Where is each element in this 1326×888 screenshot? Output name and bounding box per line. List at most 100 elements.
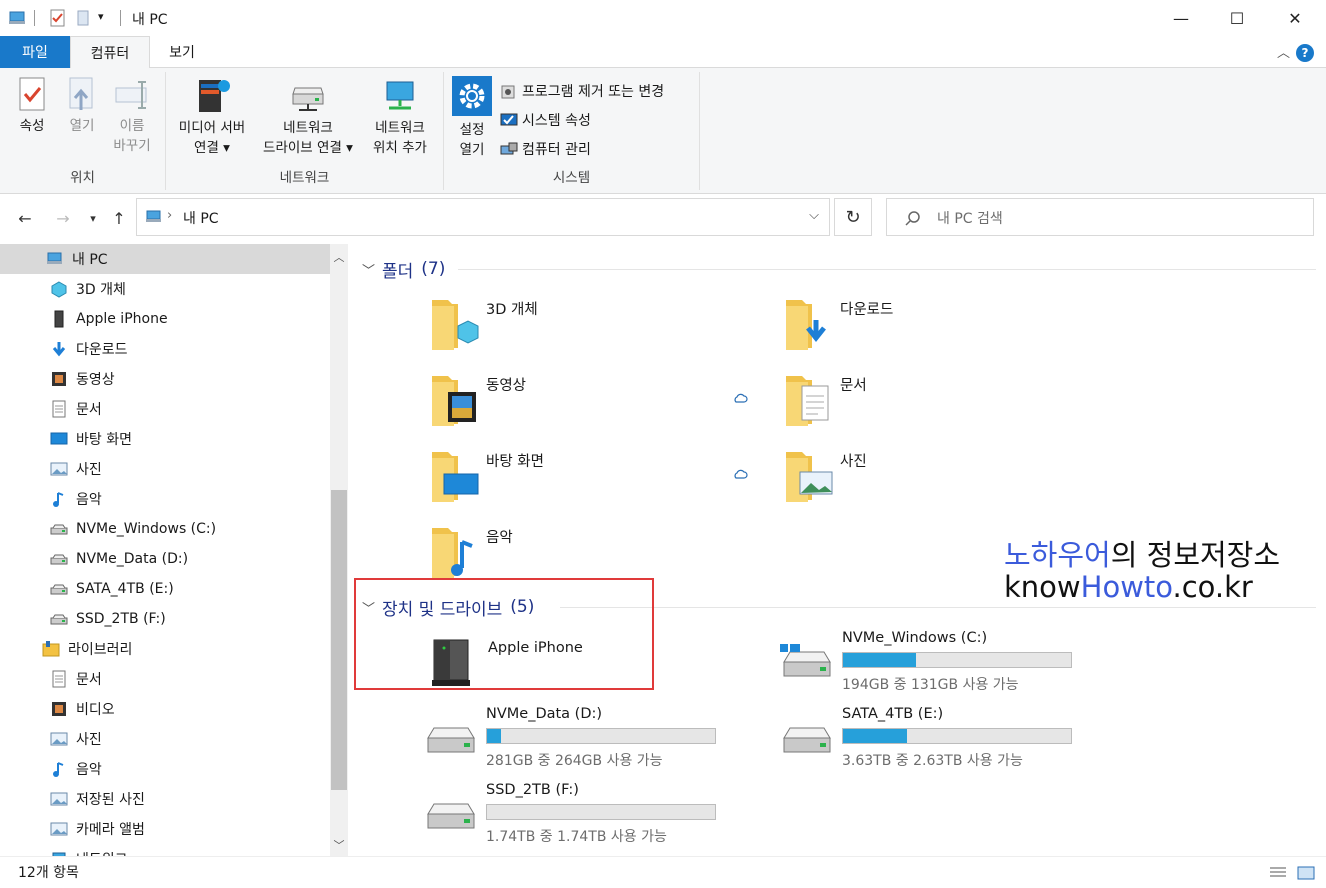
drive-usage-fill — [487, 729, 501, 743]
drive-icon — [783, 727, 831, 753]
folders-section-header[interactable]: ﹀ 폴더 (7) — [362, 257, 446, 282]
collapse-ribbon-icon[interactable]: ︿ — [1277, 42, 1290, 61]
breadcrumb-chevron-icon[interactable]: › — [167, 208, 172, 223]
drive-icon — [427, 727, 475, 753]
network-drive-icon — [292, 87, 324, 111]
nav-item[interactable]: 동영상 — [0, 364, 330, 394]
tab-computer[interactable]: 컴퓨터 — [70, 36, 150, 69]
nav-item-label: SATA_4TB (E:) — [76, 581, 174, 597]
ribbon-group-network: 미디어 서버 연결 ▾ 네트워크 드라이브 연결 ▾ 네트워크 위치 추가 네트… — [166, 72, 444, 190]
nav-item[interactable]: 바탕 화면 — [0, 424, 330, 454]
ribbon-group-label: 시스템 — [552, 170, 591, 186]
open-button[interactable]: 열기 — [58, 72, 106, 136]
windows-drive-icon — [780, 644, 831, 677]
nav-item[interactable]: 카메라 앨범 — [0, 814, 330, 844]
collapse-chevron-icon[interactable]: ﹀ — [362, 260, 382, 279]
folder-item[interactable]: 동영상 — [430, 372, 770, 442]
ribbon-group-system: 설정 열기 프로그램 제거 또는 변경 시스템 속성 컴퓨터 관리 시스템 — [444, 72, 700, 190]
uninstall-program-button[interactable]: 프로그램 제거 또는 변경 — [500, 78, 664, 104]
folder-name: 동영상 — [486, 378, 527, 394]
nav-item[interactable]: 내 PC — [0, 244, 330, 274]
computer-management-button[interactable]: 컴퓨터 관리 — [500, 136, 591, 162]
nav-item[interactable]: SATA_4TB (E:) — [0, 574, 330, 604]
media-server-label-1: 미디어 서버 — [178, 120, 246, 136]
nav-item[interactable]: SSD_2TB (F:) — [0, 604, 330, 634]
nav-item[interactable]: 문서 — [0, 394, 330, 424]
folder-item[interactable]: 다운로드 — [784, 296, 1124, 366]
folder-item[interactable]: 문서 — [784, 372, 1124, 442]
search-input[interactable]: 내 PC 검색 — [886, 198, 1314, 236]
nav-item[interactable]: 저장된 사진 — [0, 784, 330, 814]
nav-item[interactable]: 다운로드 — [0, 334, 330, 364]
nav-item-label: 문서 — [76, 672, 102, 688]
nav-item-label: 사진 — [76, 732, 102, 748]
pc-icon — [9, 11, 25, 24]
scroll-up-icon[interactable]: ︿ — [330, 248, 348, 266]
nav-item-label: 동영상 — [76, 372, 115, 388]
nav-item[interactable]: 음악 — [0, 484, 330, 514]
nav-item[interactable]: 문서 — [0, 664, 330, 694]
open-settings-button[interactable]: 설정 열기 — [450, 72, 494, 160]
nav-item[interactable]: 비디오 — [0, 694, 330, 724]
drive-item[interactable]: SSD_2TB (F:) 1.74TB 중 1.74TB 사용 가능 — [424, 782, 784, 856]
address-bar[interactable]: › 내 PC ⌵ — [136, 198, 830, 236]
desktop-folder-icon — [432, 452, 479, 502]
properties-icon[interactable] — [48, 8, 68, 28]
up-icon[interactable]: ↑ — [106, 204, 132, 232]
ribbon-tabs: 파일 컴퓨터 보기 — [0, 36, 1326, 69]
properties-button[interactable]: 속성 — [8, 72, 56, 136]
nav-item[interactable]: Apple iPhone — [0, 304, 330, 334]
media-server-icon — [199, 80, 230, 112]
nav-item[interactable]: 라이브러리 — [0, 634, 330, 664]
tab-view[interactable]: 보기 — [150, 36, 214, 68]
drive-icon — [427, 803, 475, 829]
new-folder-icon[interactable] — [74, 8, 94, 28]
picture-icon — [50, 732, 68, 746]
nav-item[interactable]: NVMe_Data (D:) — [0, 544, 330, 574]
system-properties-button[interactable]: 시스템 속성 — [500, 107, 591, 133]
navigation-pane: 내 PC 3D 개체 Apple iPhone 다운로드 동영상 문서 바탕 화면 사진 음악 N… — [0, 244, 330, 856]
nav-item[interactable]: 사진 — [0, 454, 330, 484]
item-count: 12개 항목 — [18, 865, 79, 881]
nav-scrollbar[interactable]: ︿ ﹀ — [330, 244, 348, 856]
nav-item[interactable]: 3D 개체 — [0, 274, 330, 304]
drive-free-space: 281GB 중 264GB 사용 가능 — [486, 753, 663, 769]
folder-item[interactable]: 3D 개체 — [430, 296, 770, 366]
add-network-location-button[interactable]: 네트워크 위치 추가 — [362, 72, 438, 158]
customize-quick-access-icon[interactable]: ▾ — [98, 10, 118, 30]
maximize-button[interactable]: ☐ — [1208, 0, 1266, 36]
map-network-drive-button[interactable]: 네트워크 드라이브 연결 ▾ — [256, 72, 360, 158]
help-icon[interactable]: ? — [1296, 44, 1314, 62]
forward-icon[interactable]: → — [50, 204, 76, 232]
recent-locations-icon[interactable]: ▾ — [84, 204, 102, 232]
rename-button[interactable]: 이름 바꾸기 — [106, 72, 158, 156]
drive-usage-fill — [843, 653, 916, 667]
folder-item[interactable]: 사진 — [784, 448, 1124, 518]
scroll-thumb[interactable] — [331, 490, 347, 790]
nav-item[interactable]: 사진 — [0, 724, 330, 754]
nav-item[interactable]: 음악 — [0, 754, 330, 784]
tab-file[interactable]: 파일 — [0, 36, 70, 68]
minimize-button[interactable]: — — [1152, 0, 1210, 36]
close-button[interactable]: ✕ — [1266, 0, 1324, 36]
large-icons-view-icon[interactable] — [1296, 865, 1316, 881]
media-server-label-2: 연결 ▾ — [194, 140, 230, 156]
nav-item-label: NVMe_Windows (C:) — [76, 521, 217, 537]
nav-item[interactable]: 네트워크 — [0, 844, 330, 856]
drive-item[interactable]: NVMe_Data (D:) 281GB 중 264GB 사용 가능 — [424, 706, 784, 780]
rename-label-1: 이름 — [119, 118, 145, 134]
back-icon[interactable]: ← — [12, 204, 38, 232]
media-server-button[interactable]: 미디어 서버 연결 ▾ — [170, 72, 254, 158]
drive-item[interactable]: NVMe_Windows (C:) 194GB 중 131GB 사용 가능 — [780, 630, 1140, 704]
breadcrumb[interactable]: 내 PC — [183, 208, 219, 228]
folder-item[interactable]: 바탕 화면 — [430, 448, 770, 518]
drive-item[interactable]: SATA_4TB (E:) 3.63TB 중 2.63TB 사용 가능 — [780, 706, 1140, 780]
address-dropdown-icon[interactable]: ⌵ — [809, 208, 819, 223]
watermark-title: 노하우어의 정보저장소 — [1004, 532, 1280, 574]
folders-count: (7) — [421, 259, 446, 279]
nav-item[interactable]: NVMe_Windows (C:) — [0, 514, 330, 544]
refresh-icon[interactable]: ↻ — [834, 198, 872, 236]
details-view-icon[interactable] — [1268, 865, 1288, 881]
scroll-down-icon[interactable]: ﹀ — [330, 836, 348, 854]
map-drive-label-2: 드라이브 연결 ▾ — [263, 140, 353, 156]
